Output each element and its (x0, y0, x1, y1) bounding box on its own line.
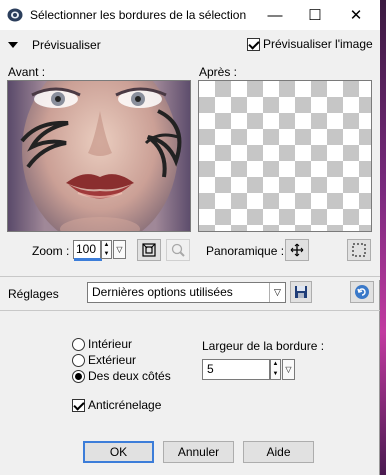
radio-exterieur-button[interactable] (72, 353, 85, 367)
zoom-down-icon[interactable]: ▼ (102, 250, 111, 259)
zoom-dropdown[interactable]: ▽ (113, 240, 126, 259)
border-width-input[interactable]: 5 (202, 359, 270, 380)
before-label: Avant : (8, 65, 46, 79)
radio-both-button[interactable] (72, 369, 85, 383)
zoom-stepper[interactable]: ▲ ▼ (101, 240, 112, 259)
preview-image-label: Prévisualiser l'image (263, 37, 373, 51)
maximize-icon: ☐ (308, 7, 322, 24)
border-width-down-icon[interactable]: ▼ (271, 370, 280, 380)
radio-exterieur-label: Extérieur (88, 353, 137, 367)
preview-toggle[interactable]: Prévisualiser (8, 38, 101, 52)
background-desktop-strip (380, 0, 386, 475)
help-button[interactable]: Aide (243, 441, 314, 463)
pan-label: Panoramique : (206, 244, 285, 258)
pan-button[interactable] (285, 239, 309, 261)
after-preview-image[interactable] (198, 80, 372, 232)
chevron-down-icon: ▽ (116, 245, 123, 254)
zoom-reset-button[interactable] (166, 239, 190, 261)
cancel-button[interactable]: Annuler (163, 441, 234, 463)
help-label: Aide (266, 445, 291, 459)
border-width-dropdown[interactable]: ▽ (282, 359, 295, 380)
cancel-label: Annuler (177, 445, 220, 459)
reset-icon (355, 285, 369, 299)
minimize-icon: — (267, 6, 283, 24)
collapse-triangle-icon (8, 42, 18, 48)
after-label: Après : (199, 65, 238, 79)
dialog-window: Sélectionner les bordures de la sélectio… (0, 0, 380, 475)
zoom-reset-icon (171, 243, 185, 257)
zoom-up-icon[interactable]: ▲ (102, 241, 111, 250)
antialias-label: Anticrénelage (88, 398, 162, 412)
chevron-down-icon: ▽ (269, 283, 285, 302)
selection-button[interactable] (347, 239, 371, 261)
close-button[interactable]: ✕ (336, 3, 376, 27)
settings-label: Réglages (8, 287, 59, 301)
ok-button[interactable]: OK (83, 441, 154, 463)
pan-move-icon (290, 243, 304, 257)
selection-marquee-icon (352, 243, 366, 257)
radio-both-label: Des deux côtés (88, 369, 171, 383)
border-width-stepper[interactable]: ▲ ▼ (270, 359, 281, 380)
antialias-check[interactable] (72, 398, 85, 412)
zoom-value: 100 (76, 242, 97, 256)
ok-label: OK (109, 445, 128, 459)
save-preset-icon (295, 286, 307, 298)
border-width-label: Largeur de la bordure : (202, 339, 325, 353)
border-width-value: 5 (207, 362, 214, 376)
maximize-button[interactable]: ☐ (295, 3, 335, 27)
window-title: Sélectionner les bordures de la sélectio… (30, 8, 247, 22)
radio-interieur-button[interactable] (72, 337, 85, 351)
preview-toggle-label: Prévisualiser (32, 38, 101, 52)
settings-select[interactable]: Dernières options utilisées ▽ (87, 282, 286, 303)
reset-button[interactable] (350, 281, 374, 303)
divider (0, 276, 380, 277)
minimize-button[interactable]: — (255, 3, 295, 27)
fit-window-icon (142, 243, 156, 257)
app-icon (7, 8, 23, 22)
fit-window-button[interactable] (137, 239, 161, 261)
border-width-up-icon[interactable]: ▲ (271, 360, 280, 370)
chevron-down-icon: ▽ (285, 365, 292, 374)
close-icon: ✕ (349, 7, 363, 24)
preview-image-checkbox[interactable]: Prévisualiser l'image (247, 37, 373, 51)
title-bar: Sélectionner les bordures de la sélectio… (0, 0, 380, 30)
radio-interieur[interactable]: Intérieur (72, 337, 132, 351)
radio-both[interactable]: Des deux côtés (72, 369, 171, 383)
zoom-slider-indicator[interactable] (74, 258, 102, 261)
divider (0, 310, 380, 311)
save-preset-button[interactable] (290, 281, 312, 303)
preview-image-check[interactable] (247, 37, 260, 51)
before-preview-image[interactable] (7, 80, 191, 232)
settings-select-value: Dernières options utilisées (92, 285, 233, 299)
radio-exterieur[interactable]: Extérieur (72, 353, 136, 367)
zoom-label: Zoom : (32, 244, 70, 258)
zoom-input[interactable]: 100 (73, 240, 102, 261)
antialias-checkbox[interactable]: Anticrénelage (72, 398, 161, 412)
radio-interieur-label: Intérieur (88, 337, 133, 351)
